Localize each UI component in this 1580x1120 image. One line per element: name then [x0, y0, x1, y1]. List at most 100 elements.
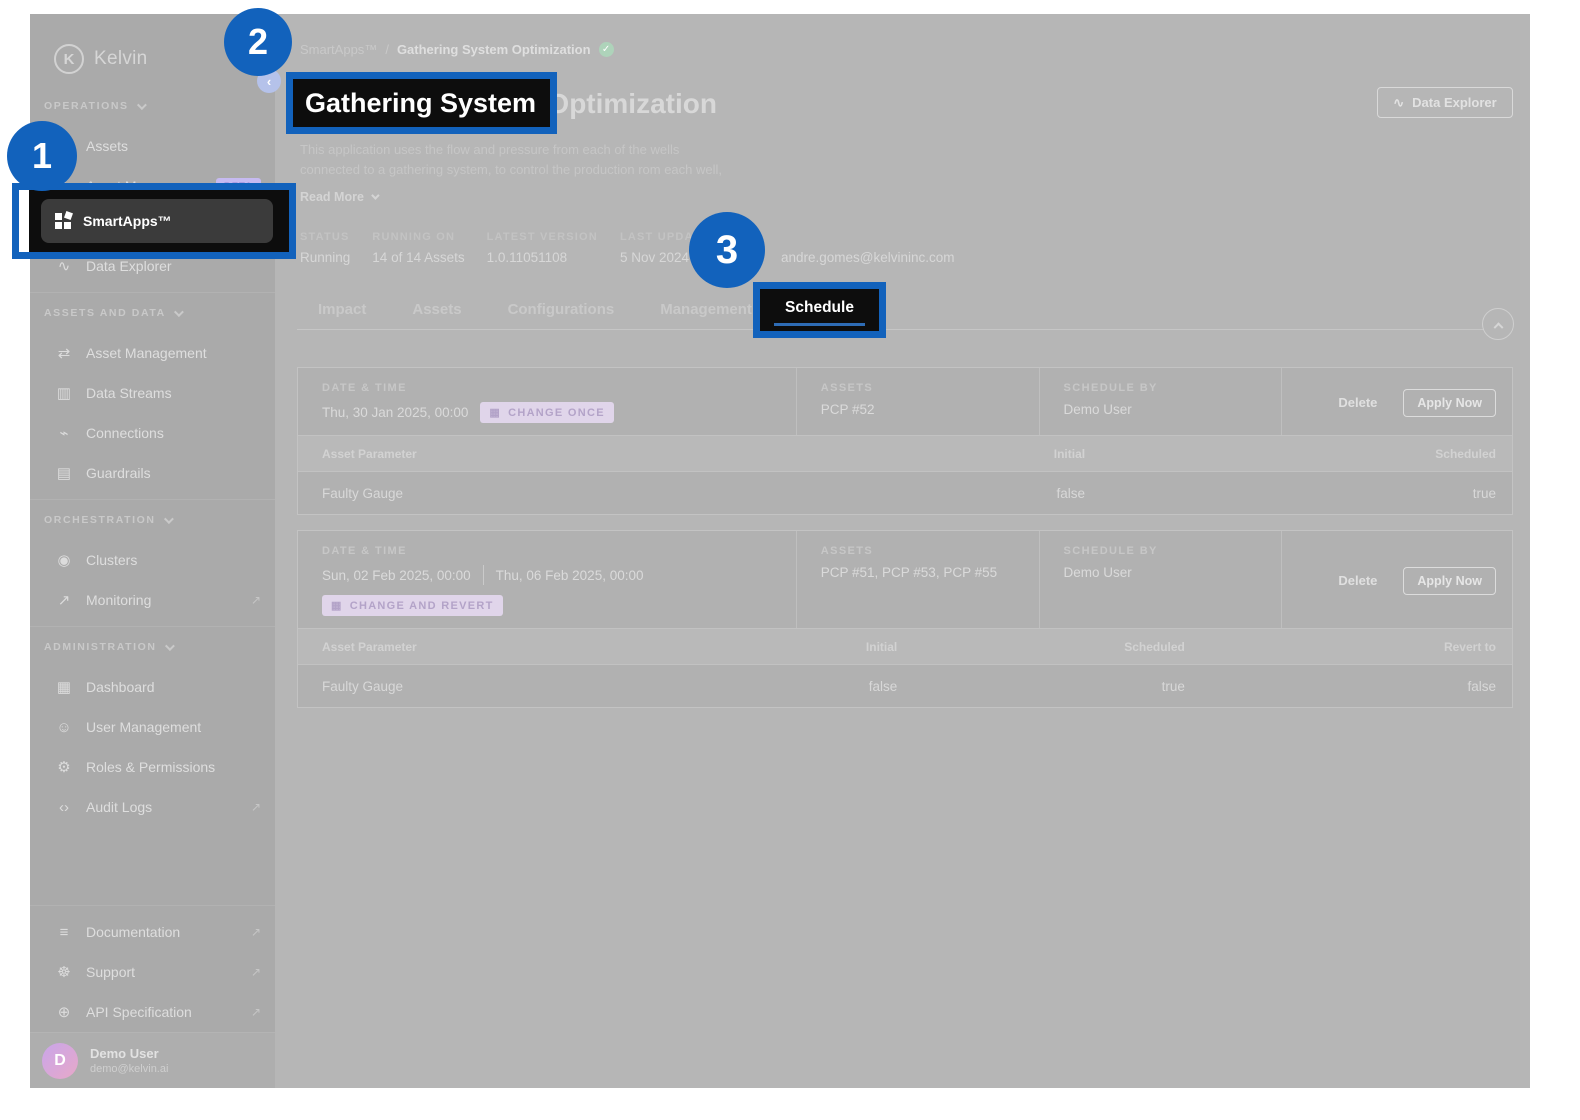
assets-column: ASSETSPCP #52 [796, 368, 1039, 435]
sidebar-section-administration: ADMINISTRATION▦Dashboard☺User Management… [30, 626, 275, 827]
sidebar-item-label: Monitoring [86, 592, 239, 608]
read-more-link[interactable]: Read More [300, 190, 377, 204]
badge-row: ▦CHANGE AND REVERT [322, 595, 796, 616]
tab-assets[interactable]: Assets [412, 290, 461, 329]
pulse-icon: ∿ [1393, 95, 1404, 111]
sidebar-item-roles-permissions[interactable]: ⚙Roles & Permissions [30, 747, 275, 787]
user-row[interactable]: D Demo User demo@kelvin.ai [30, 1032, 275, 1088]
tab-management[interactable]: Management [660, 290, 752, 329]
monitoring-icon: ↗ [54, 591, 74, 609]
table-header-scheduled: Scheduled [897, 640, 1185, 654]
sidebar-item-smartapps-highlighted[interactable]: SmartApps™ [41, 199, 273, 243]
delete-button[interactable]: Delete [1338, 573, 1377, 588]
table-cell: false [768, 486, 1085, 501]
breadcrumb-root[interactable]: SmartApps™ [300, 42, 377, 57]
assets-label: ASSETS [821, 545, 1039, 557]
sidebar-item-dashboard[interactable]: ▦Dashboard [30, 667, 275, 707]
sidebar-item-label: Documentation [86, 924, 239, 940]
date-time-value: Thu, 30 Jan 2025, 00:00▦CHANGE ONCE [322, 402, 796, 423]
status-row: STATUSRunningRUNNING ON14 of 14 AssetsLA… [300, 231, 955, 265]
date-time-value: Sun, 02 Feb 2025, 00:00Thu, 06 Feb 2025,… [322, 565, 796, 585]
chevron-down-icon [174, 307, 184, 317]
sidebar-item-label: Support [86, 964, 239, 980]
audit-logs-icon: ‹› [54, 799, 74, 816]
collapse-panel-button[interactable] [1482, 308, 1514, 340]
asset-management-icon: ⇄ [54, 344, 74, 362]
sidebar-item-label: Guardrails [86, 465, 261, 481]
table-cell: false [1185, 679, 1496, 694]
sidebar-item-label: Dashboard [86, 679, 261, 695]
status-check-icon: ✓ [599, 42, 614, 57]
chevron-down-icon [371, 191, 379, 199]
schedule-by-value: Demo User [1064, 402, 1282, 417]
kelvin-logo-text: Kelvin [94, 48, 148, 70]
chevron-down-icon [165, 641, 175, 651]
external-link-icon: ↗ [251, 800, 261, 814]
apply-now-button[interactable]: Apply Now [1403, 389, 1496, 417]
sidebar-item-clusters[interactable]: ◉Clusters [30, 540, 275, 580]
table-header-asset-parameter: Asset Parameter [322, 640, 616, 654]
sidebar-section-assets-and-data: ASSETS AND DATA⇄Asset Management▥Data St… [30, 292, 275, 493]
assets-column: ASSETS PCP #51, PCP #53, PCP #55 [796, 531, 1039, 628]
tab-impact[interactable]: Impact [318, 290, 366, 329]
status-label: STATUS [300, 231, 350, 243]
sidebar-item-documentation[interactable]: ≡Documentation↗ [30, 912, 275, 952]
step-annotation-2: 2 [224, 8, 292, 76]
kelvin-logo-icon: K [54, 44, 84, 74]
assets-label: ASSETS [821, 382, 1039, 394]
highlight-edge [19, 190, 29, 252]
sidebar-section-header-assets-and-data[interactable]: ASSETS AND DATA [30, 293, 275, 333]
main-content: SmartApps™ / Gathering System Optimizati… [275, 14, 1530, 1088]
sidebar-section-header-orchestration[interactable]: ORCHESTRATION [30, 500, 275, 540]
chevron-up-icon [1493, 322, 1503, 332]
sidebar-item-audit-logs[interactable]: ‹›Audit Logs↗ [30, 787, 275, 827]
external-link-icon: ↗ [251, 1005, 261, 1019]
sidebar-item-asset-management[interactable]: ⇄Asset Management [30, 333, 275, 373]
app-description: This application uses the flow and press… [300, 140, 722, 180]
data-explorer-button[interactable]: ∿ Data Explorer [1377, 87, 1513, 118]
highlight-box-schedule-tab: Schedule [753, 282, 886, 338]
sidebar-item-label: Data Explorer [86, 258, 261, 274]
support-icon: ☸ [54, 963, 74, 981]
sidebar-item-label: API Specification [86, 1004, 239, 1020]
status-field-latest-version: LATEST VERSION1.0.11051108 [487, 231, 598, 265]
sidebar-item-guardrails[interactable]: ▤Guardrails [30, 453, 275, 493]
sidebar-item-support[interactable]: ☸Support↗ [30, 952, 275, 992]
sidebar-item-label: Roles & Permissions [86, 759, 261, 775]
chevron-down-icon [137, 100, 147, 110]
table-row: Faulty Gaugefalsetruefalse [298, 665, 1512, 707]
external-link-icon: ↗ [251, 593, 261, 607]
step-annotation-3: 3 [689, 212, 765, 288]
tab-configurations[interactable]: Configurations [508, 290, 615, 329]
smartapps-icon [55, 213, 71, 229]
sidebar-item-user-management[interactable]: ☺User Management [30, 707, 275, 747]
breadcrumb-current: Gathering System Optimization [397, 42, 591, 57]
delete-button[interactable]: Delete [1338, 395, 1377, 410]
status-field-last-update: LAST UPDATE5 Nov 2024 atandre.gomes@kelv… [620, 231, 955, 265]
table-row: Faulty Gaugefalsetrue [298, 472, 1512, 514]
table-header-revert-to: Revert to [1185, 640, 1496, 654]
table-cell: true [1085, 486, 1496, 501]
calendar-icon: ▦ [489, 406, 501, 419]
sidebar-section-header-operations[interactable]: OPERATIONS [30, 86, 275, 126]
sidebar-item-data-streams[interactable]: ▥Data Streams [30, 373, 275, 413]
app-window: K Kelvin OPERATIONS▣Assets◈Asset MapBETA… [30, 14, 1530, 1088]
sidebar-item-api-specification[interactable]: ⊕API Specification↗ [30, 992, 275, 1032]
table-header-row: Asset ParameterInitialScheduledRevert to [298, 628, 1512, 665]
sidebar-item-monitoring[interactable]: ↗ Monitoring ↗ [30, 580, 275, 620]
calendar-icon: ▦ [331, 599, 343, 612]
table-header-initial: Initial [616, 640, 898, 654]
assets-value: PCP #51, PCP #53, PCP #55 [821, 565, 1039, 580]
schedule-type-badge: ▦CHANGE AND REVERT [322, 595, 503, 616]
schedule-by-value: Demo User [1064, 565, 1282, 580]
tab-schedule-highlighted[interactable]: Schedule [760, 289, 879, 327]
sidebar-section-header-administration[interactable]: ADMINISTRATION [30, 627, 275, 667]
apply-now-button[interactable]: Apply Now [1403, 567, 1496, 595]
schedule-by-label: SCHEDULE BY [1064, 382, 1282, 394]
data-streams-icon: ▥ [54, 384, 74, 402]
sidebar-item-connections[interactable]: ⌁Connections [30, 413, 275, 453]
user-name: Demo User [90, 1046, 168, 1061]
external-link-icon: ↗ [251, 925, 261, 939]
actions-column: Delete Apply Now [1281, 368, 1512, 435]
date-time-column: DATE & TIMEThu, 30 Jan 2025, 00:00▦CHANG… [298, 368, 796, 435]
